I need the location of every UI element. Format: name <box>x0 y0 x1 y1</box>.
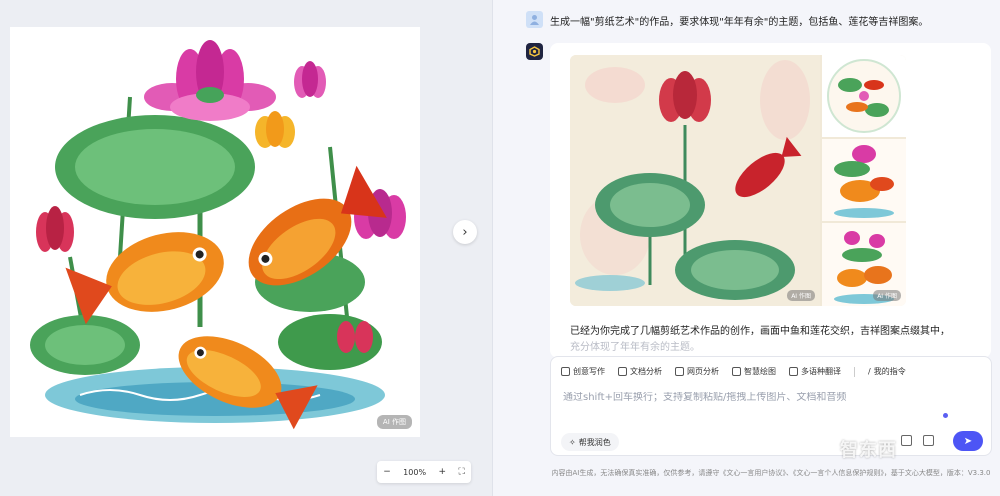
papercut-thumbnail-2 <box>827 59 901 133</box>
my-commands-button[interactable]: / 我的指令 <box>868 366 906 377</box>
generated-image-main[interactable]: AI 作图 <box>570 55 820 306</box>
main-artwork-image[interactable]: AI 作图 <box>10 27 420 437</box>
user-avatar <box>526 11 543 28</box>
send-button[interactable]: ➤ <box>953 431 983 451</box>
watermark: 智东西 <box>840 440 897 461</box>
image-viewer: AI 作图 › − 100% + ⛶ <box>0 0 492 496</box>
papercut-artwork <box>30 40 406 430</box>
tool-creative-writing[interactable]: 创意写作 <box>561 366 605 377</box>
bot-avatar <box>526 43 543 60</box>
chat-panel: 生成一幅"剪纸艺术"的作品，要求体现"年年有余"的主题，包括鱼、莲花等吉祥图案。 <box>493 0 1000 496</box>
disclaimer-text: 内容由AI生成，无法确保真实准确，仅供参考，请遵守《文心一言用户协议》、《文心一… <box>551 469 991 477</box>
magic-wand-icon: ✧ <box>569 437 576 447</box>
zoom-controls: − 100% + ⛶ <box>377 461 471 483</box>
tool-document-analysis[interactable]: 文档分析 <box>618 366 662 377</box>
assistant-response-card: AI 作图 AI 作图 已经为你完成了几幅剪纸艺术作品的创作，画面中鱼和莲花交织… <box>550 43 991 358</box>
fullscreen-icon[interactable]: ⛶ <box>458 467 464 477</box>
user-message: 生成一幅"剪纸艺术"的作品，要求体现"年年有余"的主题，包括鱼、莲花等吉祥图案。 <box>550 17 929 28</box>
tool-label: 网页分析 <box>687 367 719 376</box>
send-icon: ➤ <box>963 435 973 447</box>
zoom-out-button[interactable]: − <box>383 467 391 477</box>
tool-label: 创意写作 <box>573 367 605 376</box>
prompt-input[interactable] <box>563 392 943 403</box>
polish-label: 帮我润色 <box>578 437 611 447</box>
status-dot <box>943 413 948 418</box>
ai-generated-badge: AI 作图 <box>873 290 901 301</box>
zoom-level: 100% <box>403 467 427 477</box>
tool-smart-drawing[interactable]: 智慧绘图 <box>732 366 776 377</box>
prompt-composer: 创意写作 文档分析 网页分析 智慧绘图 多语种翻译 / 我的指令 通过shift… <box>550 356 992 456</box>
zoom-in-button[interactable]: + <box>438 467 446 477</box>
toolbar-separator <box>854 366 855 377</box>
papercut-thumbnail-3 <box>822 139 906 221</box>
tool-label: 多语种翻译 <box>801 367 841 376</box>
generated-image-thumb-4[interactable]: AI 作图 <box>822 223 906 306</box>
chevron-right-icon: › <box>462 224 468 240</box>
tool-label: 文档分析 <box>630 367 662 376</box>
image-icon <box>732 367 741 376</box>
next-image-button[interactable]: › <box>453 220 477 244</box>
polish-button[interactable]: ✧ 帮我润色 <box>561 433 619 451</box>
assistant-logo-icon <box>529 46 540 57</box>
ai-generated-badge: AI 作图 <box>376 415 412 429</box>
tool-webpage-analysis[interactable]: 网页分析 <box>675 366 719 377</box>
response-line-faded: 充分体现了年年有余的主题。 <box>570 342 700 353</box>
feature-toolbar: 创意写作 文档分析 网页分析 智慧绘图 多语种翻译 / 我的指令 <box>561 366 919 377</box>
tool-label: 智慧绘图 <box>744 367 776 376</box>
upload-image-icon[interactable] <box>923 435 934 446</box>
generated-image-grid: AI 作图 AI 作图 <box>570 55 906 306</box>
translate-icon <box>789 367 798 376</box>
generated-image-thumb-2[interactable] <box>822 55 906 137</box>
tool-translation[interactable]: 多语种翻译 <box>789 366 841 377</box>
slash-icon: / <box>868 367 871 376</box>
webpage-icon <box>675 367 684 376</box>
ai-generated-badge: AI 作图 <box>787 290 815 301</box>
papercut-thumbnail-1 <box>575 60 810 300</box>
user-icon <box>530 15 539 25</box>
document-icon <box>618 367 627 376</box>
my-commands-label: 我的指令 <box>873 367 906 376</box>
pen-icon <box>561 367 570 376</box>
upload-file-icon[interactable] <box>901 435 912 446</box>
assistant-response-text: 已经为你完成了几幅剪纸艺术作品的创作，画面中鱼和莲花交织，吉祥图案点缀其中， 充… <box>570 324 975 356</box>
response-line: 已经为你完成了几幅剪纸艺术作品的创作，画面中鱼和莲花交织，吉祥图案点缀其中， <box>570 326 950 337</box>
generated-image-thumb-3[interactable] <box>822 139 906 221</box>
